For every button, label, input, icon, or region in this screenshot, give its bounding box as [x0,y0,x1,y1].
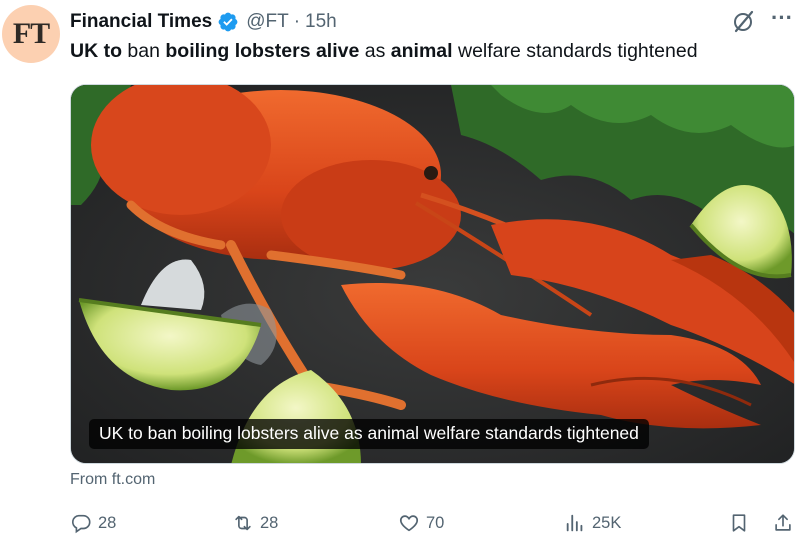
tweet-text-segment: ban [122,40,166,62]
share-button[interactable] [772,508,800,538]
reply-count: 28 [98,513,117,532]
more-icon[interactable]: ··· [768,7,796,34]
tweet-text-segment: as [359,40,391,62]
tweet-text-segment: welfare standards tightened [452,40,698,62]
action-bar: 28 28 70 25K [0,508,810,538]
avatar[interactable]: FT [2,5,60,63]
repost-count: 28 [260,513,279,532]
tweet-text: UK to ban boiling lobsters alive as anim… [70,40,698,63]
like-count: 70 [426,513,445,532]
repost-button[interactable]: 28 [232,508,278,538]
views-icon [566,514,583,532]
author-name[interactable]: Financial Times [70,11,212,33]
tweet-timestamp[interactable]: 15h [305,11,337,33]
views-count: 25K [592,513,622,532]
reply-icon [72,514,91,534]
tweet-text-segment: animal [390,40,453,62]
link-source[interactable]: From ft.com [70,471,155,489]
reply-button[interactable]: 28 [70,508,116,538]
avatar-text: FT [12,17,50,50]
bookmark-icon [732,514,746,532]
tweet-text-segment: UK to [70,40,122,62]
share-icon [775,514,791,531]
tweet-header: Financial Times @FT · 15h [70,10,337,34]
media-card[interactable]: UK to ban boiling lobsters alive as anim… [70,84,795,464]
author-handle[interactable]: @FT [246,11,289,33]
heart-icon [399,515,419,532]
bookmark-button[interactable] [728,508,756,538]
like-button[interactable]: 70 [398,508,444,538]
tweet-text-segment: boiling lobsters alive [165,40,360,62]
verified-badge-icon [217,11,239,33]
grok-icon[interactable] [732,8,756,34]
separator-dot: · [293,11,301,32]
repost-icon [235,515,251,531]
views-button[interactable]: 25K [564,508,621,538]
media-caption: UK to ban boiling lobsters alive as anim… [89,419,649,449]
lobster-photo [71,85,794,463]
